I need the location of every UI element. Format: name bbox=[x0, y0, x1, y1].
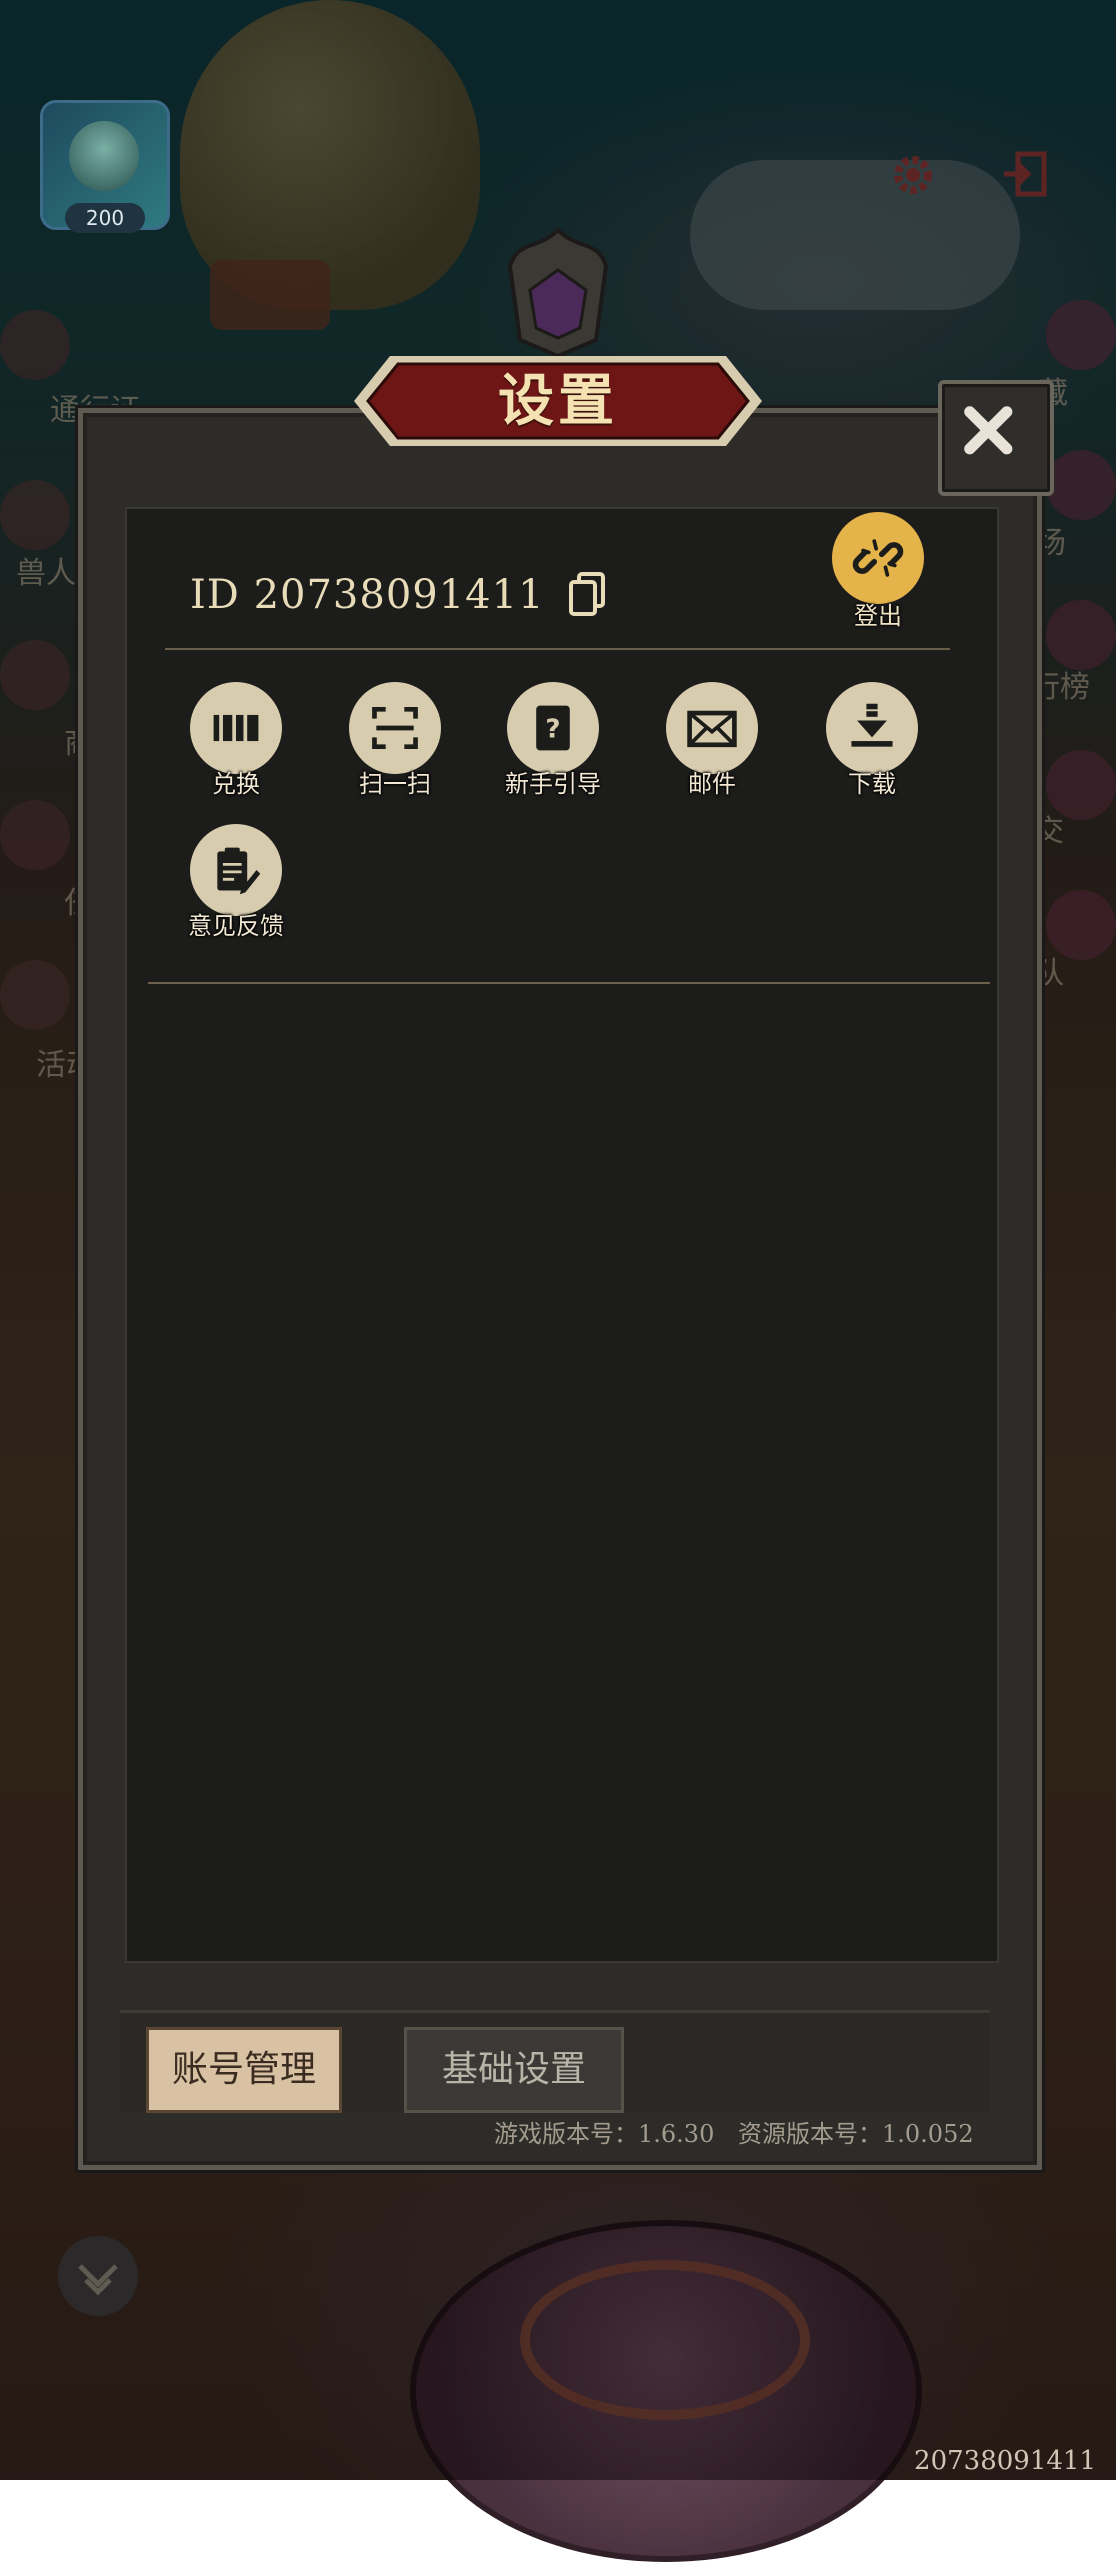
scan-icon-circle bbox=[349, 682, 441, 774]
scan-icon bbox=[372, 707, 418, 749]
feedback-clipboard-icon bbox=[217, 847, 261, 895]
logout-icon-circle bbox=[832, 512, 924, 604]
exit-door-icon bbox=[1004, 151, 1047, 197]
guide-book-icon: ? bbox=[536, 705, 570, 751]
mail-icon-circle bbox=[666, 682, 758, 774]
divider-top bbox=[165, 648, 950, 650]
beginner-guide-button[interactable]: ? 新手引导 bbox=[478, 682, 628, 812]
close-button[interactable] bbox=[938, 380, 1054, 496]
mail-icon bbox=[687, 710, 737, 748]
avatar-portrait bbox=[69, 121, 139, 191]
download-icon-circle bbox=[826, 682, 918, 774]
barcode-icon bbox=[213, 714, 259, 742]
feedback-button[interactable]: 意见反馈 bbox=[161, 824, 311, 954]
feedback-icon-circle bbox=[190, 824, 282, 916]
resource-version-text: 资源版本号：1.0.052 bbox=[738, 2120, 974, 2148]
user-id-row: ID 20738091411 bbox=[190, 565, 607, 625]
dialog-title: 设置 bbox=[498, 368, 618, 434]
divider-bottom bbox=[148, 982, 990, 984]
avatar-level-badge: 200 bbox=[65, 203, 145, 233]
logout-label: 登出 bbox=[854, 602, 902, 630]
bottom-left-emblem-button[interactable] bbox=[58, 2236, 138, 2316]
tab-basic-settings[interactable]: 基础设置 bbox=[404, 2027, 624, 2113]
player-avatar: 200 bbox=[40, 100, 170, 233]
user-id-text: ID 20738091411 bbox=[190, 572, 545, 618]
scan-label: 扫一扫 bbox=[359, 770, 431, 798]
guide-label: 新手引导 bbox=[505, 770, 601, 798]
download-icon bbox=[851, 703, 893, 747]
redeem-button[interactable]: 兑换 bbox=[161, 682, 311, 812]
settings-panel bbox=[78, 408, 1042, 2170]
broken-link-icon bbox=[852, 539, 904, 577]
settings-tab-bar: 账号管理 基础设置 bbox=[120, 2010, 990, 2113]
download-button[interactable]: 下载 bbox=[797, 682, 947, 812]
logout-button[interactable]: 登出 bbox=[828, 512, 928, 632]
redeem-label: 兑换 bbox=[212, 770, 260, 798]
bottom-user-id: 20738091411 bbox=[914, 2446, 1096, 2476]
download-label: 下载 bbox=[848, 770, 896, 798]
crest-gem-ornament bbox=[507, 227, 609, 359]
feedback-label: 意见反馈 bbox=[188, 912, 284, 940]
close-icon bbox=[964, 406, 1013, 455]
gear-icon bbox=[894, 156, 932, 194]
svg-text:?: ? bbox=[545, 714, 560, 744]
mail-button[interactable]: 邮件 bbox=[637, 682, 787, 812]
chevron-emblem-icon bbox=[78, 2264, 118, 2296]
game-version-text: 游戏版本号：1.6.30 bbox=[494, 2120, 715, 2148]
scan-button[interactable]: 扫一扫 bbox=[320, 682, 470, 812]
guide-icon-circle: ? bbox=[507, 682, 599, 774]
copy-icon[interactable] bbox=[567, 572, 607, 618]
redeem-icon-circle bbox=[190, 682, 282, 774]
mail-label: 邮件 bbox=[688, 770, 736, 798]
tab-account-management[interactable]: 账号管理 bbox=[146, 2027, 342, 2113]
